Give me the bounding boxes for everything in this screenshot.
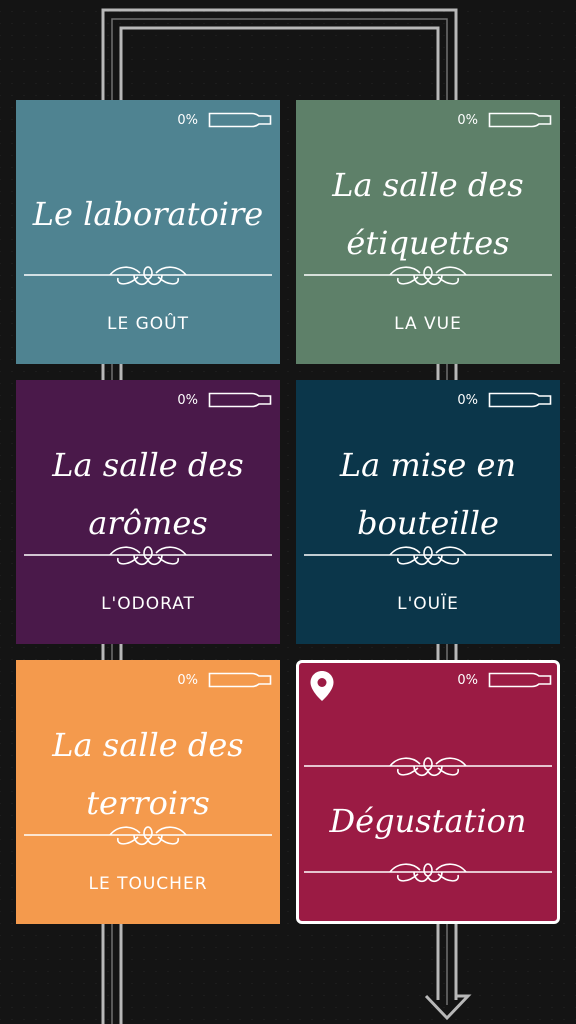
progress-indicator: 0% [457,110,552,130]
progress-percent: 0% [177,112,198,128]
bottle-icon [488,672,552,688]
progress-indicator: 0% [177,670,272,690]
flourish-icon [304,266,552,286]
progress-indicator: 0% [457,390,552,410]
progress-percent: 0% [177,672,198,688]
bottle-icon [208,112,272,128]
flourish-icon [24,546,272,566]
flourish-icon [304,546,552,566]
bottle-icon [488,392,552,408]
module-card-salle-aromes[interactable]: 0% La salle des arômes L'ODORAT [16,380,280,644]
module-card-laboratoire[interactable]: 0% Le laboratoire LE GOÛT [16,100,280,364]
module-card-salle-etiquettes[interactable]: 0% La salle des étiquettes LA VUE [296,100,560,364]
module-subtitle: L'OUÏE [397,594,459,614]
module-subtitle: LE GOÛT [107,314,189,334]
progress-percent: 0% [457,112,478,128]
location-pin-icon [310,671,334,701]
module-subtitle: LE TOUCHER [88,874,208,894]
bottle-icon [488,112,552,128]
module-subtitle: L'ODORAT [101,594,195,614]
bottle-icon [208,392,272,408]
bottle-icon [208,672,272,688]
module-card-degustation[interactable]: 0% Dégustation [296,660,560,924]
progress-indicator: 0% [177,110,272,130]
module-card-salle-terroirs[interactable]: 0% La salle des terroirs LE TOUCHER [16,660,280,924]
module-card-mise-en-bouteille[interactable]: 0% La mise en bouteille L'OUÏE [296,380,560,644]
flourish-icon [24,826,272,846]
flourish-icon [304,863,552,883]
flourish-icon [304,757,552,777]
progress-indicator: 0% [177,390,272,410]
module-title: Dégustation [329,802,527,840]
module-subtitle: LA VUE [394,314,462,334]
flourish-icon [24,266,272,286]
progress-indicator: 0% [457,670,552,690]
progress-percent: 0% [177,392,198,408]
progress-percent: 0% [457,392,478,408]
progress-percent: 0% [457,672,478,688]
